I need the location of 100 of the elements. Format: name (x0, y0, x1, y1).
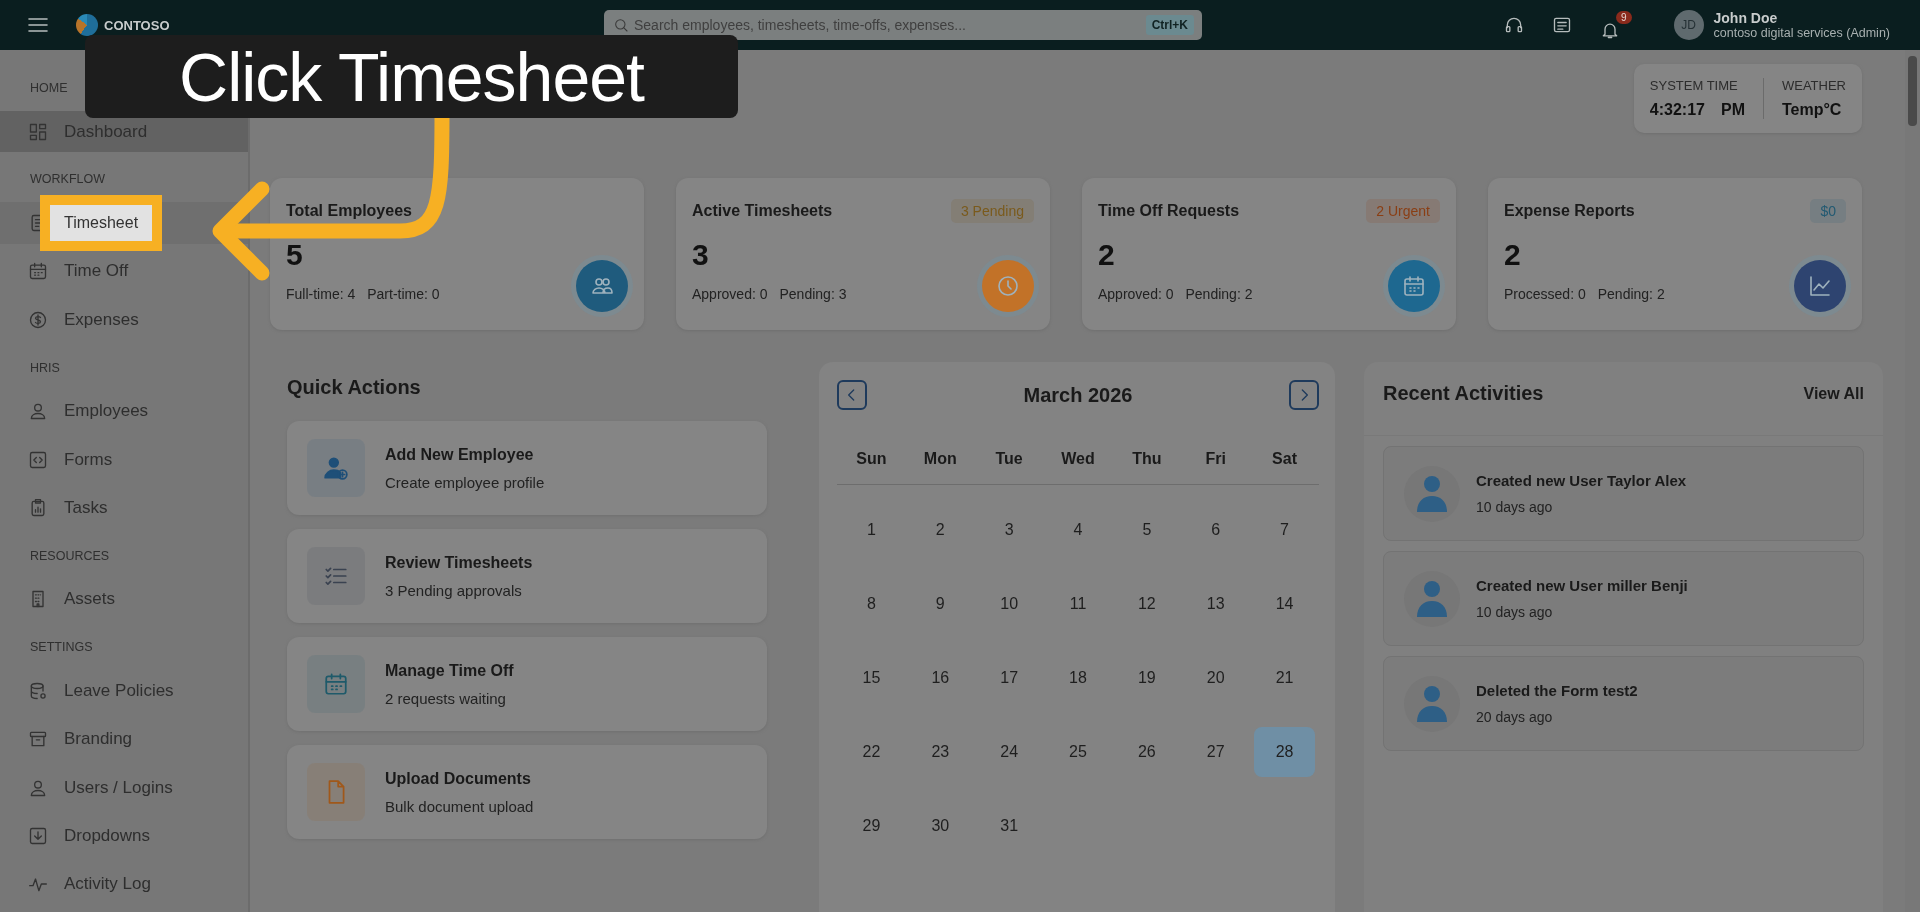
person-icon (28, 401, 48, 422)
sidebar-item[interactable]: Users / Logins (0, 766, 248, 809)
logo[interactable]: CONTOSO (76, 14, 170, 36)
calendar-day[interactable]: 19 (1116, 653, 1178, 703)
person-icon (1417, 578, 1447, 619)
activity-text: Created new User Taylor Alex (1476, 472, 1687, 489)
calendar-day[interactable]: 20 (1185, 653, 1247, 703)
calendar-day[interactable]: 7 (1254, 505, 1315, 555)
quick-action-card[interactable]: Upload Documents Bulk document upload (287, 745, 767, 839)
calendar-day[interactable]: 25 (1047, 727, 1109, 777)
stat-value: 2 (1098, 238, 1116, 272)
person-icon (1417, 473, 1447, 514)
calendar-day[interactable]: 14 (1254, 579, 1315, 629)
activity-text: Deleted the Form test2 (1476, 682, 1638, 699)
sidebar-item[interactable]: Dropdowns (0, 815, 248, 857)
person-icon (1417, 683, 1447, 724)
support-button[interactable] (1503, 15, 1524, 35)
code-icon (28, 449, 48, 470)
calendar-day[interactable]: 8 (841, 579, 902, 629)
activity-time: 20 days ago (1476, 709, 1554, 725)
view-all-link[interactable]: View All (1803, 384, 1864, 403)
next-month-button[interactable] (1289, 380, 1319, 410)
user-name: John Doe (1713, 10, 1779, 26)
stat-detail: Approved: 0 (1098, 286, 1174, 302)
user-avatar[interactable]: JD (1673, 10, 1704, 40)
sidebar-item[interactable]: Tasks (0, 487, 248, 529)
card-title: Expense Reports (1504, 202, 1635, 220)
calendar-day[interactable]: 16 (909, 653, 971, 703)
calendar-day[interactable]: 26 (1116, 727, 1178, 777)
calendar-day[interactable]: 6 (1185, 505, 1247, 555)
calendar-day[interactable]: 5 (1116, 505, 1178, 555)
calendar-day[interactable]: 2 (909, 505, 971, 555)
section-heading: HRIS (29, 359, 61, 377)
calendar-icon (1402, 274, 1426, 298)
calendar-day[interactable]: 1 (841, 505, 902, 555)
weekday-label: Sat (1250, 410, 1319, 485)
sidebar-item[interactable]: Leave Policies (0, 670, 248, 712)
calendar-day[interactable]: 17 (978, 653, 1040, 703)
calendar-day[interactable]: 12 (1116, 579, 1178, 629)
calendar-day[interactable]: 31 (978, 801, 1040, 851)
notifications-button[interactable]: 9 (1599, 10, 1632, 40)
calendar-icon (323, 671, 349, 697)
system-time: 4:32:17 (1649, 101, 1705, 119)
sidebar-item[interactable]: Activity Log (0, 863, 248, 906)
calendar-day[interactable]: 21 (1254, 653, 1315, 703)
sidebar-item[interactable]: Time Off (0, 250, 248, 293)
stat-detail: Processed: 0 (1504, 286, 1586, 302)
messages-button[interactable] (1551, 15, 1572, 35)
dollar-icon (28, 309, 48, 330)
calendar-day[interactable]: 9 (909, 579, 971, 629)
calendar-day[interactable]: 22 (841, 727, 902, 777)
stat-detail: Part-time: 0 (367, 286, 440, 302)
calendar-day[interactable]: 10 (978, 579, 1040, 629)
quick-action-card[interactable]: Add New Employee Create employee profile (287, 421, 767, 515)
calendar-day[interactable]: 24 (978, 727, 1040, 777)
sidebar-item[interactable]: Employees (0, 390, 248, 432)
calendar-day[interactable]: 11 (1047, 579, 1109, 629)
activity-text: Created new User miller Benji (1476, 577, 1688, 594)
stat-detail: Full-time: 4 (286, 286, 356, 302)
calendar-day[interactable]: 30 (909, 801, 971, 851)
calendar-day[interactable]: 4 (1047, 505, 1109, 555)
calendar-day[interactable]: 23 (909, 727, 971, 777)
calendar-icon (28, 261, 48, 282)
weekday-label: Fri (1181, 410, 1251, 485)
weekday-label: Wed (1043, 410, 1113, 485)
status-badge: 3 Pending (950, 199, 1034, 223)
user-role: contoso digital services (Admin) (1713, 26, 1890, 40)
action-title: Manage Time Off (385, 661, 514, 680)
action-subtitle: 3 Pending approvals (385, 581, 523, 599)
quick-action-card[interactable]: Manage Time Off 2 requests waiting (287, 637, 767, 731)
previous-month-button[interactable] (837, 380, 867, 410)
calendar-day[interactable]: 29 (841, 801, 902, 851)
stat-detail: Approved: 0 (692, 286, 768, 302)
action-title: Add New Employee (385, 445, 535, 464)
sidebar-item[interactable]: Expenses (0, 299, 248, 341)
calendar-day[interactable]: 28 (1254, 727, 1315, 777)
section-heading: SETTINGS (29, 639, 94, 657)
calendar-day[interactable]: 18 (1047, 653, 1109, 703)
time-period: PM (1720, 101, 1745, 119)
stat-detail: Pending: 3 (779, 286, 847, 302)
action-subtitle: 2 requests waiting (385, 689, 507, 707)
download-icon (28, 826, 48, 846)
calendar-day[interactable]: 15 (841, 653, 902, 703)
sidebar-item[interactable]: Branding (0, 718, 248, 760)
calendar-day[interactable]: 3 (978, 505, 1040, 555)
weekday-label: Sun (837, 410, 906, 485)
scrollbar-thumb[interactable] (1908, 56, 1917, 126)
search-icon (613, 17, 629, 33)
section-title: Quick Actions (287, 376, 422, 399)
clock-icon (996, 274, 1020, 298)
card-title: Total Employees (286, 202, 412, 220)
sidebar-item[interactable]: Assets (0, 578, 248, 621)
card-title: Time Off Requests (1098, 202, 1240, 220)
sidebar-item[interactable]: Timesheet (0, 202, 248, 244)
quick-action-card[interactable]: Review Timesheets 3 Pending approvals (287, 529, 767, 623)
section-title: Recent Activities (1383, 382, 1544, 405)
calendar-day[interactable]: 27 (1185, 727, 1247, 777)
system-time-label: SYSTEM TIME (1649, 78, 1739, 93)
sidebar-item[interactable]: Forms (0, 438, 248, 481)
calendar-day[interactable]: 13 (1185, 579, 1247, 629)
